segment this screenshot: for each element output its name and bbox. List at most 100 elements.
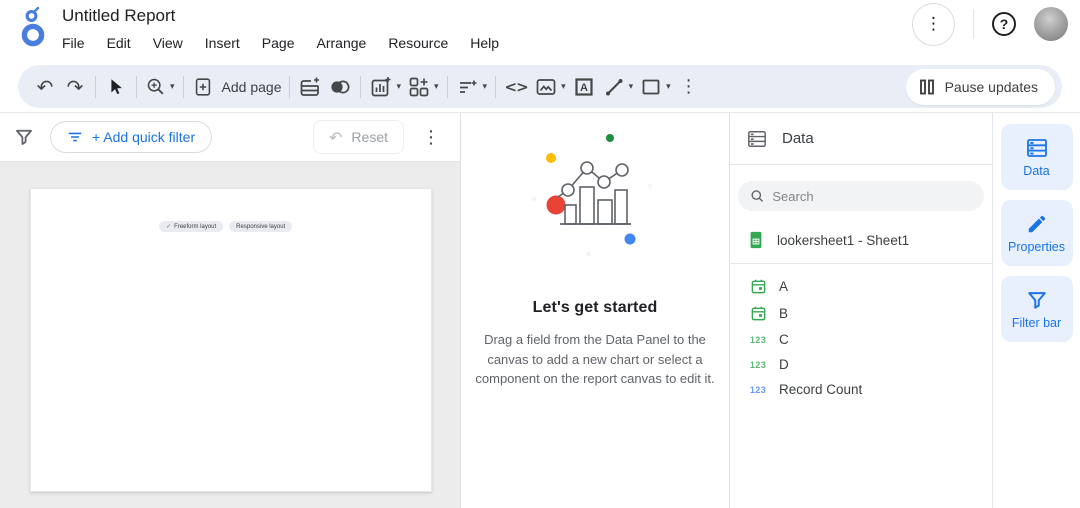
numeric-field-icon: 123	[750, 360, 766, 370]
toolbar-divider	[136, 76, 137, 98]
getting-started-panel: ✳ ✳ ✳ Let's get started Drag a field fr	[461, 113, 730, 508]
add-data-button[interactable]	[295, 70, 325, 104]
freeform-layout-chip[interactable]: ✓ Freeform layout	[159, 221, 223, 232]
undo-icon: ↶	[37, 77, 54, 97]
field-row-d[interactable]: 123 D	[739, 352, 983, 377]
getting-started-title: Let's get started	[533, 299, 658, 317]
avatar[interactable]	[1034, 7, 1068, 41]
field-list: A B 123 C 123	[730, 264, 992, 411]
add-quick-filter-label: + Add quick filter	[92, 129, 195, 145]
layout-chips: ✓ Freeform layout Responsive layout	[159, 221, 292, 232]
menu-help[interactable]: Help	[459, 33, 510, 53]
menu-view[interactable]: View	[142, 33, 194, 53]
field-row-record-count[interactable]: 123 Record Count	[739, 377, 983, 402]
reset-filters-button[interactable]: ↶ Reset	[313, 120, 404, 154]
toolbar-wrap: ↶ ↷ ▾ Add page	[0, 62, 1080, 113]
data-search-box	[738, 181, 984, 211]
add-control-button[interactable]: ▾	[404, 70, 442, 104]
add-text-button[interactable]: A	[569, 70, 599, 104]
menu-page[interactable]: Page	[251, 33, 306, 53]
embed-icon: <>	[505, 78, 528, 96]
rail-filter-bar-button[interactable]: Filter bar	[1001, 276, 1073, 342]
more-vertical-icon: ⋮	[422, 127, 440, 148]
top-bar: Untitled Report File Edit View Insert Pa…	[0, 0, 1080, 62]
cursor-icon	[105, 76, 127, 98]
field-row-b[interactable]: B	[739, 300, 983, 327]
data-search-input[interactable]	[772, 189, 972, 204]
undo-button[interactable]: ↶	[30, 70, 60, 104]
select-tool-button[interactable]	[101, 70, 131, 104]
caret-down-icon: ▾	[561, 82, 566, 92]
freeform-layout-label: Freeform layout	[174, 224, 216, 230]
add-quick-filter-tool-button[interactable]: ▾	[453, 70, 491, 104]
pencil-icon	[1026, 213, 1048, 235]
menu-insert[interactable]: Insert	[194, 33, 251, 53]
rail-filter-bar-label: Filter bar	[1012, 316, 1061, 330]
report-canvas[interactable]: ✓ Freeform layout Responsive layout	[0, 162, 460, 508]
data-source-row[interactable]: lookersheet1 - Sheet1	[730, 219, 992, 264]
add-image-button[interactable]: ▾	[531, 70, 569, 104]
rail-properties-button[interactable]: Properties	[1001, 200, 1073, 266]
blend-data-button[interactable]	[325, 70, 355, 104]
embed-url-button[interactable]: <>	[501, 70, 531, 104]
add-chart-button[interactable]: ▾	[366, 70, 404, 104]
field-name: D	[779, 357, 789, 372]
data-table-icon	[747, 129, 767, 149]
caret-down-icon: ▾	[396, 82, 401, 92]
field-row-c[interactable]: 123 C	[739, 327, 983, 352]
field-name: Record Count	[779, 382, 862, 397]
zoom-tool-button[interactable]: ▾	[142, 70, 178, 104]
filter-bar-more-button[interactable]: ⋮	[418, 123, 444, 152]
add-quick-filter-button[interactable]: + Add quick filter	[50, 121, 212, 153]
menu-file[interactable]: File	[51, 33, 96, 53]
menu-edit[interactable]: Edit	[96, 33, 142, 53]
reset-undo-icon: ↶	[329, 128, 342, 147]
field-row-a[interactable]: A	[739, 273, 983, 300]
help-button[interactable]: ?	[992, 12, 1016, 36]
looker-studio-logo-icon[interactable]	[14, 6, 52, 54]
quick-filter-icon	[456, 75, 480, 99]
right-rail: Data Properties Filter bar	[992, 113, 1080, 508]
toolbar-divider	[95, 76, 96, 98]
report-more-options-button[interactable]: ⋮	[912, 3, 955, 46]
redo-button[interactable]: ↷	[60, 70, 90, 104]
reset-label: Reset	[351, 129, 388, 145]
caret-down-icon: ▾	[483, 82, 488, 92]
pause-updates-button[interactable]: Pause updates	[906, 69, 1055, 105]
add-shape-button[interactable]: ▾	[636, 70, 674, 104]
help-icon: ?	[1000, 16, 1009, 32]
menu-arrange[interactable]: Arrange	[306, 33, 378, 53]
image-icon	[534, 75, 558, 99]
filter-lines-icon	[67, 129, 83, 145]
header-divider	[973, 9, 974, 39]
numeric-field-icon: 123	[750, 335, 766, 345]
data-panel-title: Data	[782, 130, 814, 147]
date-field-icon	[750, 305, 767, 322]
quick-filter-bar: + Add quick filter ↶ Reset ⋮	[0, 113, 460, 162]
report-title[interactable]: Untitled Report	[62, 6, 510, 26]
menu-resource[interactable]: Resource	[377, 33, 459, 53]
menu-bar: File Edit View Insert Page Arrange Resou…	[51, 33, 510, 53]
rail-data-label: Data	[1023, 164, 1049, 178]
redo-icon: ↷	[67, 77, 84, 97]
svg-text:✳: ✳	[585, 250, 592, 259]
add-line-button[interactable]: ▾	[599, 70, 637, 104]
filter-funnel-icon	[14, 127, 34, 147]
add-page-label: Add page	[222, 79, 282, 95]
caret-down-icon: ▾	[666, 82, 671, 92]
caret-down-icon: ▾	[629, 82, 634, 92]
responsive-layout-chip[interactable]: Responsive layout	[229, 221, 292, 232]
line-icon	[602, 75, 626, 99]
title-block: Untitled Report File Edit View Insert Pa…	[62, 0, 510, 53]
shape-icon	[639, 75, 663, 99]
toolbar-more-button[interactable]: ⋮	[674, 70, 704, 104]
add-page-button[interactable]: Add page	[189, 70, 285, 104]
rail-data-button[interactable]: Data	[1001, 124, 1073, 190]
add-control-icon	[407, 75, 431, 99]
data-panel: Data lookersheet1 - Sheet1	[730, 113, 992, 508]
report-page[interactable]: ✓ Freeform layout Responsive layout	[30, 188, 432, 492]
chart-illustration: ✳ ✳ ✳	[505, 124, 685, 274]
add-data-icon	[298, 75, 322, 99]
svg-text:✳: ✳	[647, 182, 653, 190]
pause-icon	[919, 79, 935, 95]
